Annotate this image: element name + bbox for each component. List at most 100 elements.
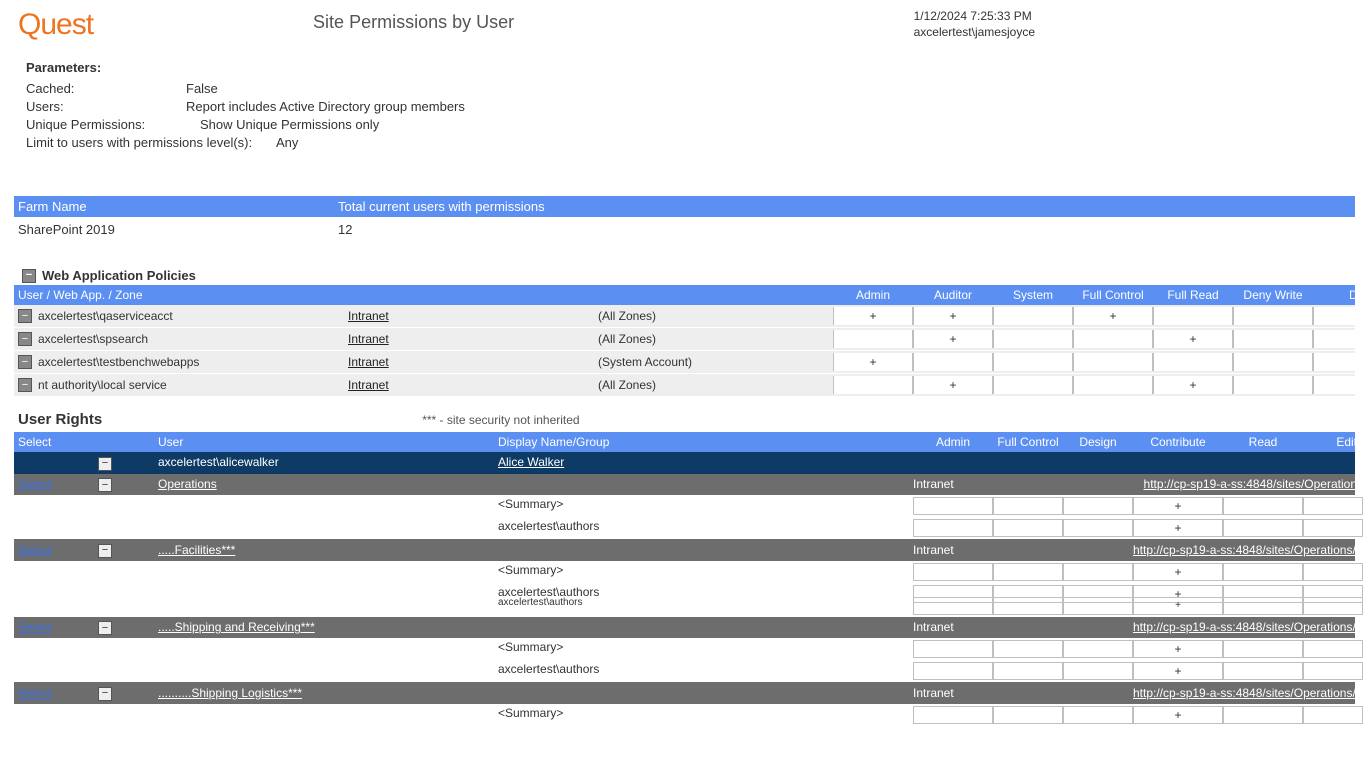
collapse-icon[interactable]	[18, 355, 32, 369]
ur-contribute-cell: +	[1133, 497, 1223, 515]
wap-auditor-cell	[913, 353, 993, 371]
param-limit-label: Limit to users with permissions level(s)…	[26, 135, 276, 150]
param-users-value: Report includes Active Directory group m…	[186, 99, 465, 114]
wap-admin-cell: +	[833, 353, 913, 371]
ur-contribute-cell: +	[1133, 519, 1223, 537]
ur-fullcontrol-cell	[993, 706, 1063, 724]
ur-read-cell	[1223, 662, 1303, 680]
wap-app-link[interactable]: Intranet	[348, 378, 598, 392]
ur-user-display[interactable]: Alice Walker	[498, 455, 913, 471]
select-link[interactable]: Select	[18, 543, 51, 557]
site-name[interactable]: .....Shipping and Receiving***	[158, 620, 498, 634]
ur-col-design: Design	[1063, 435, 1133, 449]
param-unique-value: Show Unique Permissions only	[200, 117, 379, 132]
site-url[interactable]: http://cp-sp19-a-ss:4848/sites/Operation…	[1133, 543, 1363, 557]
ur-read-cell	[1223, 497, 1303, 515]
param-cached-value: False	[186, 81, 218, 96]
ur-col-edit: Edit	[1303, 435, 1363, 449]
wap-user: axcelertest\testbenchwebapps	[38, 355, 199, 369]
collapse-icon[interactable]	[98, 621, 112, 635]
wap-row: nt authority\local serviceIntranet(All Z…	[14, 374, 1355, 397]
ur-col-contribute: Contribute	[1133, 435, 1223, 449]
wap-denyall-cell	[1313, 353, 1369, 371]
wap-denyall-cell	[1313, 330, 1369, 348]
site-name[interactable]: .....Facilities***	[158, 543, 498, 557]
ur-read-cell	[1223, 640, 1303, 658]
wap-app-link[interactable]: Intranet	[348, 332, 598, 346]
wap-fullread-cell: +	[1153, 330, 1233, 348]
wap-denyall-cell	[1313, 376, 1369, 394]
collapse-icon[interactable]	[18, 378, 32, 392]
summary-header-row: Farm Name Total current users with permi…	[14, 196, 1355, 217]
wap-auditor-cell: +	[913, 330, 993, 348]
wap-zone: (All Zones)	[598, 332, 833, 346]
wap-zone: (All Zones)	[598, 309, 833, 323]
param-cached-label: Cached:	[26, 81, 186, 96]
wap-admin-cell	[833, 376, 913, 394]
ur-design-cell	[1063, 706, 1133, 724]
wap-denywrite-cell	[1233, 330, 1313, 348]
wap-user: axcelertest\qaserviceacct	[38, 309, 173, 323]
ur-fullcontrol-cell	[993, 640, 1063, 658]
ur-fullcontrol-cell	[993, 662, 1063, 680]
ur-edit-cell	[1303, 662, 1363, 680]
wap-denywrite-cell	[1233, 307, 1313, 325]
ur-col-fullcontrol: Full Control	[993, 435, 1063, 449]
wap-auditor-cell: +	[913, 376, 993, 394]
ur-contribute-cell: +	[1133, 597, 1223, 615]
wap-zone: (System Account)	[598, 355, 833, 369]
ur-contribute-cell: +	[1133, 640, 1223, 658]
site-url[interactable]: http://cp-sp19-a-ss:4848/sites/Operation…	[1133, 686, 1363, 700]
report-header: Quest Site Permissions by User 1/12/2024…	[14, 8, 1355, 42]
ur-admin-cell	[913, 706, 993, 724]
ur-fullcontrol-cell	[993, 497, 1063, 515]
ur-contribute-cell: +	[1133, 662, 1223, 680]
ur-detail-row: axcelertest\authors+	[14, 517, 1355, 539]
parameters-heading: Parameters:	[26, 60, 1355, 75]
collapse-icon[interactable]	[98, 478, 112, 492]
wap-col-system: System	[993, 288, 1073, 302]
user-rights-header: User Rights *** - site security not inhe…	[18, 411, 1351, 428]
collapse-icon[interactable]	[22, 269, 36, 283]
ur-col-select: Select	[18, 435, 98, 449]
ur-col-user: User	[158, 435, 498, 449]
site-name[interactable]: Operations	[158, 477, 498, 491]
wap-auditor-cell: +	[913, 307, 993, 325]
report-timestamp: 1/12/2024 7:25:33 PM	[914, 8, 1035, 24]
ur-admin-cell	[913, 640, 993, 658]
ur-site-row: Select.....Shipping and Receiving***Intr…	[14, 617, 1355, 639]
collapse-icon[interactable]	[18, 309, 32, 323]
select-link[interactable]: Select	[18, 686, 51, 700]
ur-design-cell	[1063, 597, 1133, 615]
param-unique-label: Unique Permissions:	[26, 117, 186, 132]
site-zone: Intranet	[913, 477, 993, 491]
site-url[interactable]: http://cp-sp19-a-ss:4848/sites/Operation…	[1133, 477, 1363, 491]
summary-total-users: 12	[338, 222, 352, 237]
ur-design-cell	[1063, 640, 1133, 658]
wap-row: axcelertest\spsearchIntranet(All Zones)+…	[14, 328, 1355, 351]
collapse-icon[interactable]	[98, 457, 112, 471]
wap-app-link[interactable]: Intranet	[348, 355, 598, 369]
select-link[interactable]: Select	[18, 477, 51, 491]
wap-fullcontrol-cell	[1073, 353, 1153, 371]
user-rights-note: *** - site security not inherited	[422, 413, 579, 427]
ur-admin-cell	[913, 519, 993, 537]
wap-fullread-cell: +	[1153, 376, 1233, 394]
summary-farm-name: SharePoint 2019	[18, 222, 338, 237]
collapse-icon[interactable]	[18, 332, 32, 346]
wap-app-link[interactable]: Intranet	[348, 309, 598, 323]
ur-read-cell	[1223, 563, 1303, 581]
ur-group: <Summary>	[498, 563, 913, 581]
site-name[interactable]: ..........Shipping Logistics***	[158, 686, 498, 700]
wap-admin-cell: +	[833, 307, 913, 325]
site-zone: Intranet	[913, 543, 993, 557]
ur-group: axcelertest\authors	[498, 597, 913, 615]
wap-system-cell	[993, 330, 1073, 348]
wap-header-row: User / Web App. / Zone Admin Auditor Sys…	[14, 285, 1355, 305]
ur-design-cell	[1063, 563, 1133, 581]
collapse-icon[interactable]	[98, 544, 112, 558]
collapse-icon[interactable]	[98, 687, 112, 701]
site-url[interactable]: http://cp-sp19-a-ss:4848/sites/Operation…	[1133, 620, 1363, 634]
select-link[interactable]: Select	[18, 620, 51, 634]
page-title: Site Permissions by User	[313, 12, 514, 33]
